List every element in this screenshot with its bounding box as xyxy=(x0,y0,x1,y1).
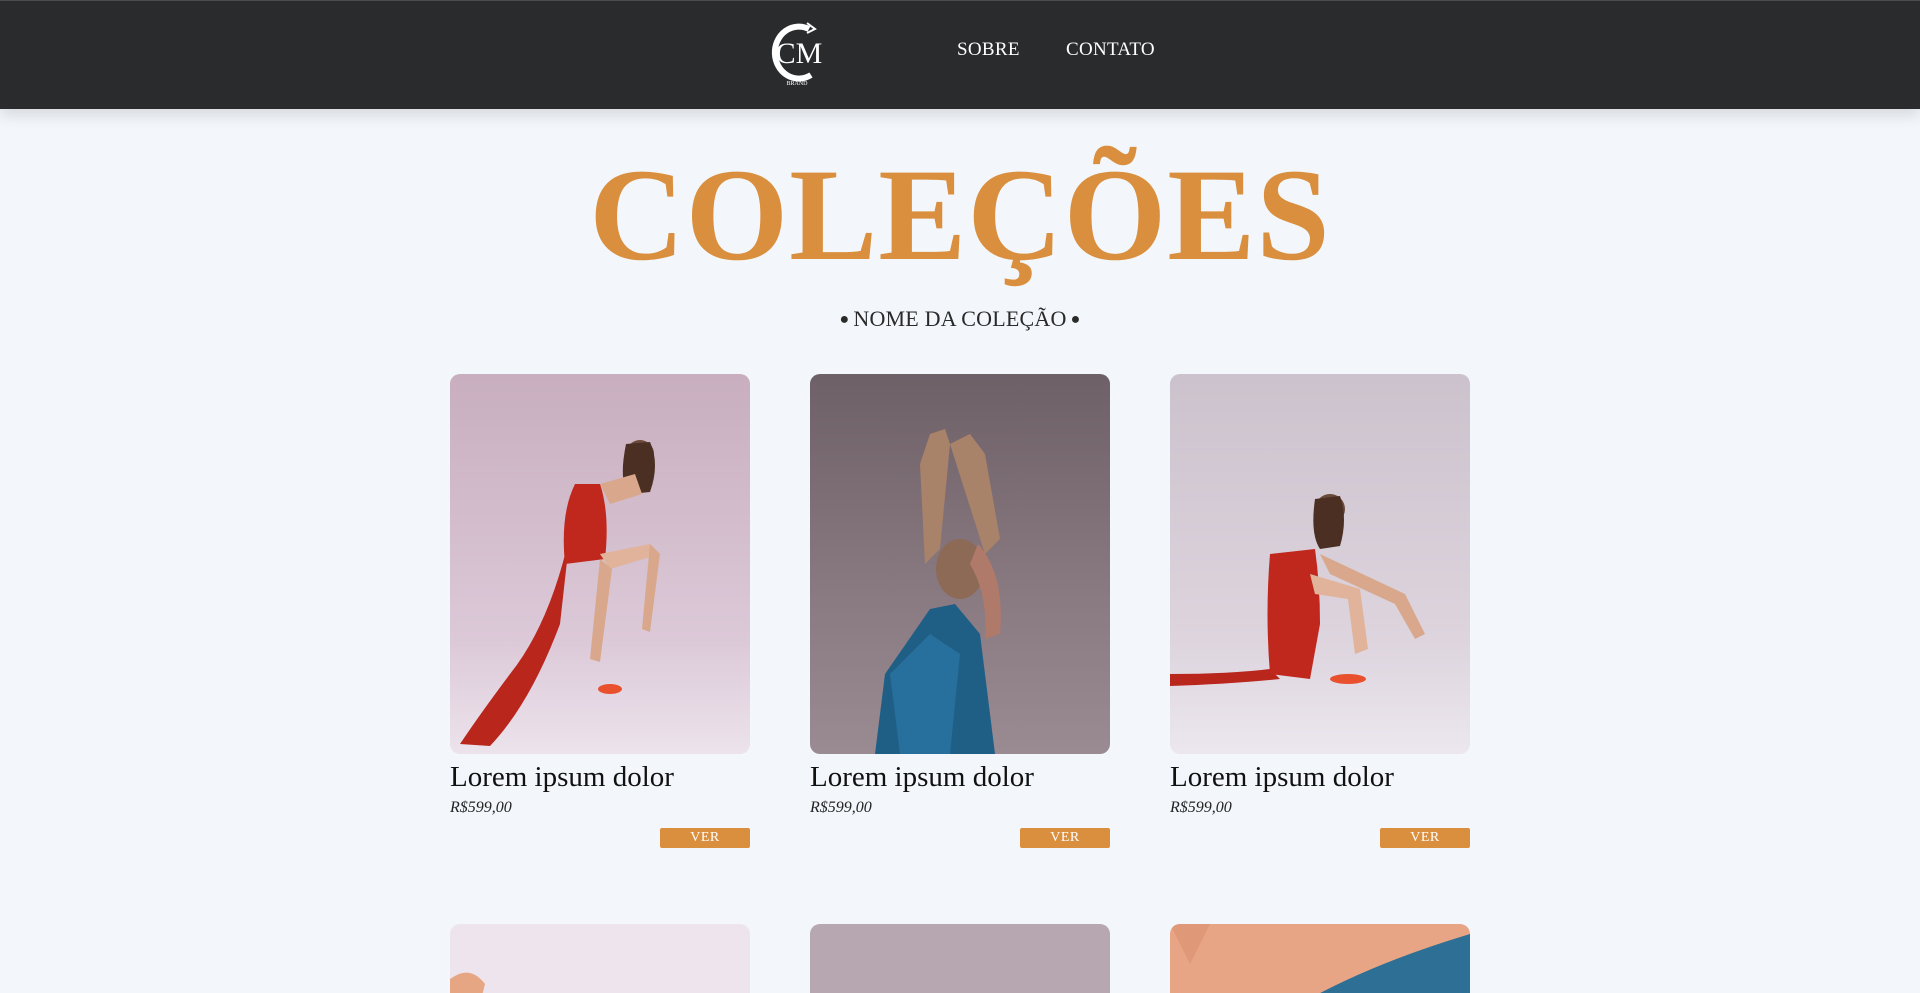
bullet-left: ● xyxy=(839,311,850,328)
product-image[interactable] xyxy=(450,374,750,754)
product-card: Lorem ipsum dolor R$599,00 VER xyxy=(810,374,1110,848)
product-name: Lorem ipsum dolor xyxy=(450,761,674,793)
product-name: Lorem ipsum dolor xyxy=(810,761,1034,793)
nav-link-contato[interactable]: CONTATO xyxy=(1066,39,1155,61)
product-image[interactable] xyxy=(1170,374,1470,754)
svg-text:BRAND: BRAND xyxy=(786,81,808,87)
page-title: COLEÇÕES xyxy=(589,141,1331,288)
view-button[interactable]: VER xyxy=(660,828,750,848)
product-image[interactable] xyxy=(450,924,750,993)
product-image[interactable] xyxy=(810,924,1110,993)
product-price: R$599,00 xyxy=(450,799,512,816)
product-name: Lorem ipsum dolor xyxy=(1170,761,1394,793)
view-button[interactable]: VER xyxy=(1380,828,1470,848)
product-card: Lorem ipsum dolor R$599,00 VER xyxy=(1170,374,1470,848)
bullet-right: ● xyxy=(1070,311,1081,328)
site-header: CM BRAND SOBRE CONTATO xyxy=(0,0,1920,109)
product-price: R$599,00 xyxy=(1170,799,1232,816)
brand-logo[interactable]: CM BRAND xyxy=(765,19,829,89)
collection-subtitle: ● NOME DA COLEÇÃO ● xyxy=(0,306,1920,332)
product-image[interactable] xyxy=(810,374,1110,754)
product-card: Lorem ipsum dolor R$599,00 VER xyxy=(450,374,750,848)
product-price: R$599,00 xyxy=(810,799,872,816)
view-button[interactable]: VER xyxy=(1020,828,1110,848)
product-image[interactable] xyxy=(1170,924,1470,993)
collection-name: NOME DA COLEÇÃO xyxy=(853,306,1067,331)
nav-link-sobre[interactable]: SOBRE xyxy=(957,39,1020,61)
svg-text:CM: CM xyxy=(776,37,823,70)
